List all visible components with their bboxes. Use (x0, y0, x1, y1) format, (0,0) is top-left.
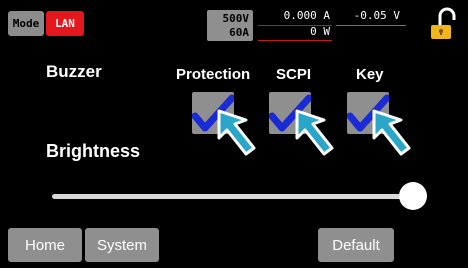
lock-icon[interactable] (427, 7, 459, 41)
rating-box: 500V 60A (207, 10, 253, 41)
pointer-arrow-icon (372, 109, 411, 156)
measured-voltage: -0.05 V (353, 9, 400, 22)
pointer-arrow-icon (295, 109, 334, 156)
brightness-slider-thumb[interactable] (399, 182, 427, 210)
lan-status-badge: LAN (46, 11, 84, 36)
brightness-label: Brightness (46, 141, 141, 161)
measured-current: 0.000 A (283, 9, 330, 22)
scpi-label: SCPI (276, 66, 312, 83)
system-button[interactable]: System (85, 228, 159, 262)
measured-power: 0 W (310, 25, 330, 38)
rated-voltage: 500V (222, 12, 250, 25)
current-underline (258, 25, 332, 26)
protection-label: Protection (176, 66, 251, 83)
buzzer-label: Buzzer (46, 62, 102, 81)
key-label: Key (356, 66, 384, 83)
brightness-slider-track[interactable] (52, 194, 414, 199)
pointer-arrow-icon (217, 109, 256, 156)
mode-button[interactable]: Mode (8, 11, 44, 36)
home-button[interactable]: Home (8, 228, 82, 262)
rated-current: 60A (229, 26, 249, 39)
voltage-underline (336, 25, 406, 26)
power-underline (258, 40, 332, 41)
default-button[interactable]: Default (318, 228, 394, 262)
